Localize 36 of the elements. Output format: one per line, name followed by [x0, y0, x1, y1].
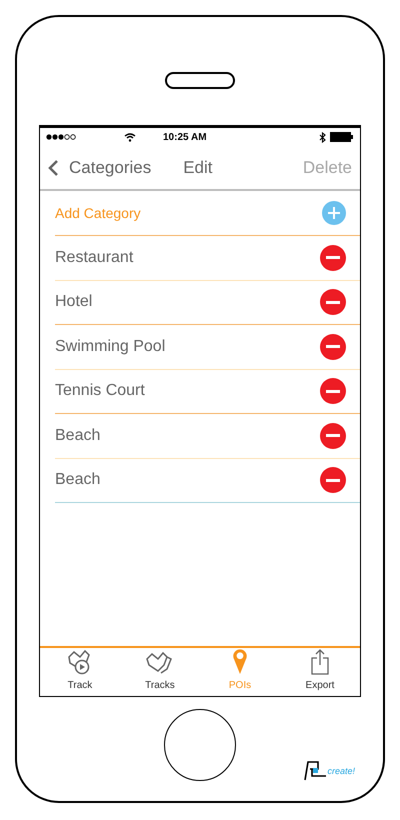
remove-button[interactable]: [320, 422, 346, 449]
back-button[interactable]: Categories: [48, 154, 152, 180]
remove-button[interactable]: [320, 467, 346, 494]
tab[interactable]: Tracks: [120, 648, 200, 696]
minus-icon: [326, 345, 340, 348]
minus-icon: [326, 256, 340, 260]
remove-button[interactable]: [320, 289, 346, 316]
battery-icon: [330, 132, 354, 142]
speaker-slot: [165, 72, 235, 89]
remove-button[interactable]: [320, 244, 346, 271]
category-label: Beach: [55, 470, 102, 490]
minus-icon: [326, 434, 340, 438]
category-label: Tennis Court: [55, 381, 146, 402]
logo: create!: [303, 759, 355, 781]
minus-icon: [326, 390, 340, 393]
status-time: 10:25 AM: [163, 130, 207, 144]
logo-mark-icon: [303, 759, 328, 781]
minus-icon: [326, 300, 340, 304]
gloves-icon: [145, 651, 175, 675]
bluetooth-icon: [319, 132, 326, 142]
remove-button[interactable]: [320, 378, 346, 404]
share-icon: [310, 649, 330, 675]
plus-icon: [327, 206, 341, 220]
category-label: Beach: [55, 426, 102, 446]
category-label: Restaurant: [55, 248, 134, 268]
tab[interactable]: Export: [280, 648, 360, 696]
edit-button[interactable]: Edit: [183, 154, 213, 180]
category-label: Swimming Pool: [55, 336, 166, 357]
remove-button[interactable]: [320, 334, 346, 360]
home-button[interactable]: [164, 709, 236, 781]
wifi-icon: [124, 132, 136, 142]
category-label: Hotel: [55, 292, 94, 312]
minus-icon: [326, 478, 340, 482]
back-chevron-icon: [48, 158, 59, 176]
tab[interactable]: Track: [40, 648, 120, 696]
add-category-label: Add Category: [55, 204, 142, 223]
